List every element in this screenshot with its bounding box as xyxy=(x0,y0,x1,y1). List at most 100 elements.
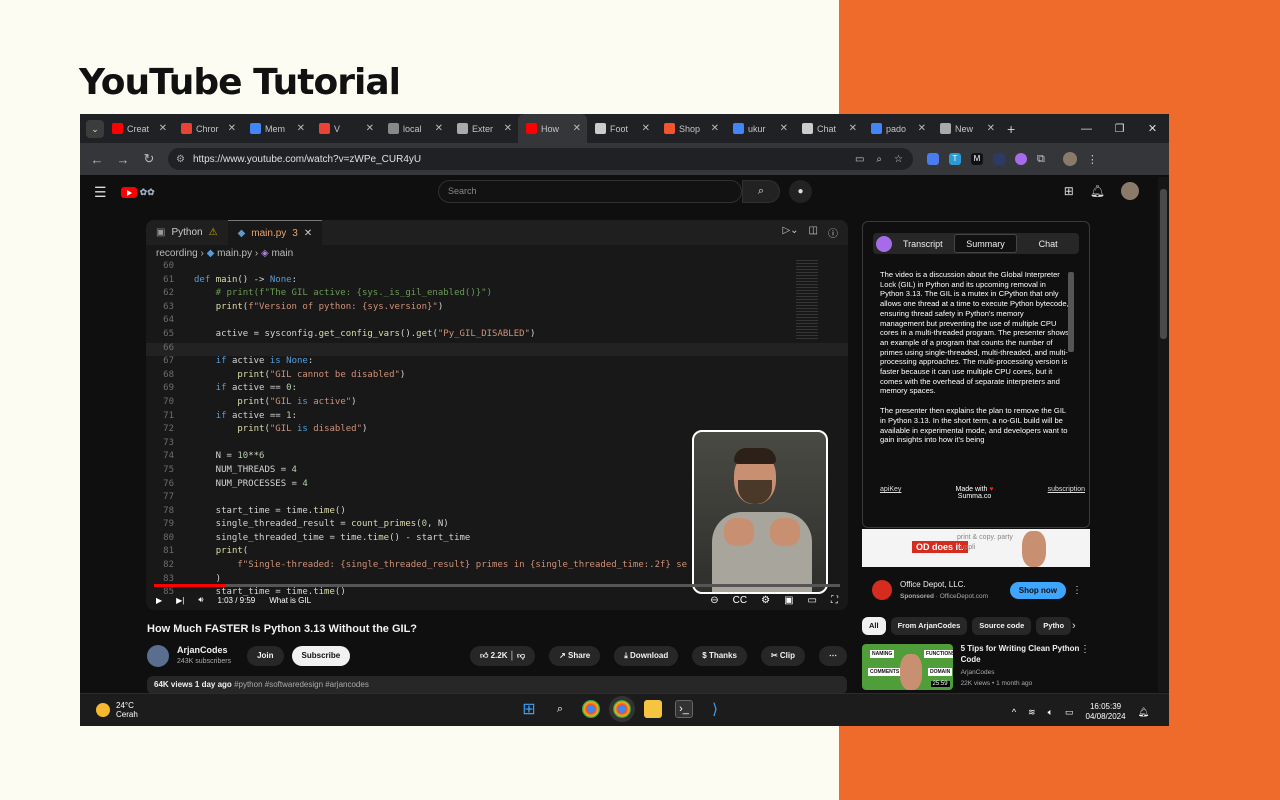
minimize-icon[interactable]: — xyxy=(1070,123,1103,135)
close-tab-icon[interactable]: ✕ xyxy=(297,123,305,134)
summa-ext-icon[interactable] xyxy=(1015,153,1027,165)
tab-search-icon[interactable]: ⌄ xyxy=(86,119,104,138)
clock[interactable]: 16:05:39 04/08/2024 xyxy=(1086,702,1126,722)
windows-start-icon[interactable]: ⊞ xyxy=(520,700,538,718)
m-ext-icon[interactable]: M xyxy=(971,153,983,165)
ad-more-icon[interactable]: ⋮ xyxy=(1072,585,1082,596)
browser-tab[interactable]: Foot ✕ xyxy=(587,114,656,143)
close-tab-icon[interactable]: ✕ xyxy=(366,123,374,134)
profile-avatar[interactable] xyxy=(1062,152,1077,166)
search-icon[interactable]: ⌕ xyxy=(551,700,569,718)
miniplayer-icon[interactable]: ▣ xyxy=(784,595,793,606)
close-tab-icon[interactable]: ✕ xyxy=(159,123,167,134)
browser-tab[interactable]: V ✕ xyxy=(311,114,380,143)
close-tab-icon[interactable]: ✕ xyxy=(711,123,719,134)
channel-name[interactable]: ArjanCodes xyxy=(177,645,231,656)
download-button[interactable]: ⤓ Download xyxy=(614,646,679,666)
rec-more-icon[interactable]: ⋮ xyxy=(1080,644,1090,694)
more-actions-icon[interactable]: ⋯ xyxy=(819,646,847,666)
recommended-title[interactable]: 5 Tips for Writing Clean Python Code xyxy=(961,644,1080,665)
url-omnibox[interactable]: ⚙ https://www.youtube.com/watch?v=zWPe_C… xyxy=(168,148,913,170)
hashtags[interactable]: #python #softwaredesign #arjancodes xyxy=(234,680,369,689)
reload-icon[interactable]: ↻ xyxy=(136,151,162,167)
settings-gear-icon[interactable]: ⚙ xyxy=(761,595,770,606)
summary-scrollbar[interactable] xyxy=(1068,272,1074,352)
new-tab-icon[interactable]: + xyxy=(1007,121,1015,137)
browser-tab[interactable]: Creat ✕ xyxy=(104,114,173,143)
tab-transcript[interactable]: Transcript xyxy=(892,239,954,249)
chrome-active-icon[interactable] xyxy=(609,696,635,722)
video-thumbnail[interactable]: NAMING FUNCTIONS COMMENTS DOMAIN 25:59 xyxy=(862,644,953,690)
volume-tray-icon[interactable]: 🔈︎ xyxy=(1048,707,1053,718)
close-tab-icon[interactable]: ✕ xyxy=(849,123,857,134)
t-ext-icon[interactable]: T xyxy=(949,153,961,165)
browser-tab[interactable]: Chat ✕ xyxy=(794,114,863,143)
apikey-link[interactable]: apiKey xyxy=(880,486,901,500)
autoplay-toggle-icon[interactable]: ⊖ xyxy=(710,595,718,606)
search-input[interactable]: Search xyxy=(438,180,742,203)
close-tab-icon[interactable]: ✕ xyxy=(228,123,236,134)
fullscreen-icon[interactable]: ⛶ xyxy=(831,595,838,606)
close-window-icon[interactable]: ✕ xyxy=(1136,122,1169,135)
recommended-channel[interactable]: ArjanCodes xyxy=(961,668,1080,679)
chapter-label[interactable]: What is GIL xyxy=(269,596,311,605)
wifi-icon[interactable]: ≋ xyxy=(1028,707,1036,718)
advertiser-avatar[interactable] xyxy=(872,580,892,600)
clip-button[interactable]: ✂ Clip xyxy=(760,646,805,666)
hamburger-menu-icon[interactable]: ☰ xyxy=(94,184,107,201)
weather-widget[interactable]: 24°C Cerah xyxy=(96,701,138,719)
account-avatar[interactable] xyxy=(1121,182,1139,200)
volume-icon[interactable]: 🔊︎ xyxy=(198,595,203,605)
search-button-icon[interactable]: ⌕ xyxy=(742,180,780,203)
cursor-ext-icon[interactable] xyxy=(993,153,1005,165)
filter-chip[interactable]: All xyxy=(862,617,886,635)
channel-avatar[interactable] xyxy=(147,645,169,667)
scrollbar-thumb[interactable] xyxy=(1160,189,1167,339)
browser-menu-icon[interactable]: ⋮ xyxy=(1087,153,1098,166)
browser-tab[interactable]: Shop ✕ xyxy=(656,114,725,143)
subscription-link[interactable]: subscription xyxy=(1048,486,1085,500)
next-icon[interactable]: ▶| xyxy=(176,596,184,605)
thanks-button[interactable]: $ Thanks xyxy=(692,646,747,666)
battery-icon[interactable]: ▭ xyxy=(1065,707,1074,718)
close-tab-icon[interactable]: ✕ xyxy=(987,123,995,134)
browser-tab[interactable]: Mem ✕ xyxy=(242,114,311,143)
zoom-icon[interactable]: ⌕ xyxy=(876,154,882,165)
browser-tab[interactable]: Chror ✕ xyxy=(173,114,242,143)
file-explorer-icon[interactable] xyxy=(644,700,662,718)
extensions-puzzle-icon[interactable]: ⧉ xyxy=(1037,153,1045,166)
tray-chevron-icon[interactable]: ^ xyxy=(1012,707,1016,717)
url-text[interactable]: https://www.youtube.com/watch?v=zWPe_CUR… xyxy=(193,154,421,165)
bookmark-star-icon[interactable]: ☆ xyxy=(894,154,903,165)
close-tab-icon[interactable]: ✕ xyxy=(918,123,926,134)
subscribe-button[interactable]: Subscribe xyxy=(291,646,351,666)
page-scrollbar[interactable] xyxy=(1158,177,1169,692)
close-tab-icon[interactable]: ✕ xyxy=(573,123,581,134)
close-tab-icon[interactable]: ✕ xyxy=(504,123,512,134)
video-player[interactable]: ▣ Python ⚠ ◆ main.py 3 ✕ ▷⌄ ◫ ⓘ recordin… xyxy=(146,220,848,610)
translate-ext-icon[interactable] xyxy=(927,153,939,165)
close-tab-icon[interactable]: ✕ xyxy=(642,123,650,134)
captions-icon[interactable]: CC xyxy=(733,595,747,606)
like-button[interactable]: 👍︎ 2.2K │ 👎︎ xyxy=(469,646,536,666)
site-info-icon[interactable]: ⚙ xyxy=(176,154,185,165)
back-icon[interactable]: ← xyxy=(84,152,110,167)
description-box[interactable]: 64K views 1 day ago #python #softwaredes… xyxy=(147,676,847,694)
play-icon[interactable]: ▶ xyxy=(156,596,162,605)
filter-chip[interactable]: Source code xyxy=(972,617,1032,635)
browser-tab[interactable]: New ✕ xyxy=(932,114,1001,143)
voice-search-icon[interactable]: ● xyxy=(789,180,812,203)
create-icon[interactable]: ⊞ xyxy=(1064,184,1074,198)
summa-link[interactable]: Summa.co xyxy=(958,493,991,500)
browser-tab[interactable]: ukur ✕ xyxy=(725,114,794,143)
shop-now-button[interactable]: Shop now xyxy=(1009,581,1066,599)
terminal-icon[interactable]: ›_ xyxy=(675,700,693,718)
filter-chip[interactable]: From ArjanCodes xyxy=(890,617,968,635)
theater-mode-icon[interactable]: ▭ xyxy=(808,595,817,606)
recommended-video[interactable]: NAMING FUNCTIONS COMMENTS DOMAIN 25:59 5… xyxy=(862,644,1090,694)
progress-bar[interactable] xyxy=(154,584,840,587)
notification-icon[interactable]: 🔔︎ xyxy=(1138,707,1149,718)
cast-icon[interactable]: ▭ xyxy=(855,154,864,165)
sponsored-ad[interactable]: OD does it. print & copy. party suppli O… xyxy=(862,529,1090,613)
youtube-logo-icon[interactable] xyxy=(120,186,137,198)
